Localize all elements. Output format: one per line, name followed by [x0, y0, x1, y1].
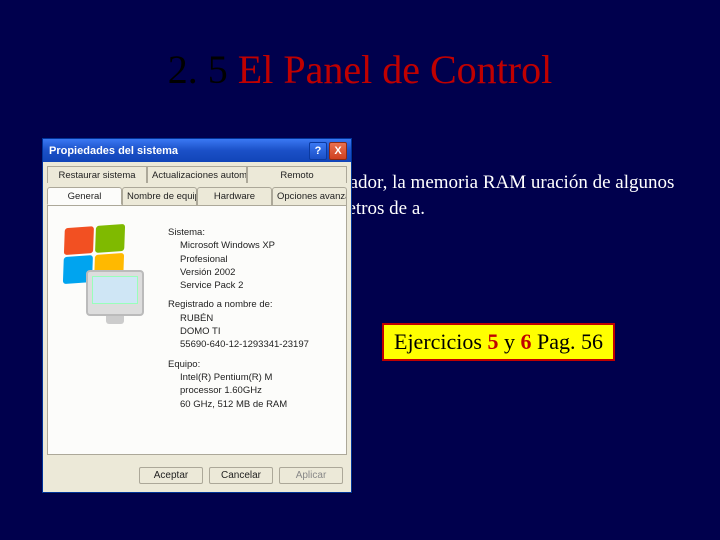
titlebar[interactable]: Propiedades del sistema ? X	[43, 139, 351, 162]
help-button[interactable]: ?	[309, 142, 327, 160]
exercise-callout: Ejercicios 5 y 6 Pag. 56	[382, 323, 615, 361]
equipment-label: Equipo:	[168, 358, 309, 371]
tabs-row-2: General Nombre de equipo Hardware Opcion…	[43, 183, 351, 205]
title-prefix: 2. 5	[168, 47, 238, 92]
system-line-1: Profesional	[168, 253, 309, 266]
close-button[interactable]: X	[329, 142, 347, 160]
tab-remote[interactable]: Remoto	[247, 166, 347, 183]
tab-general[interactable]: General	[47, 187, 122, 205]
system-line-3: Service Pack 2	[168, 279, 309, 292]
windows-logo-graphic	[58, 222, 158, 337]
callout-tail: Pag. 56	[537, 329, 603, 354]
body-paragraph: procesador, la memoria RAM uración de al…	[300, 170, 700, 221]
equipment-line-1: processor 1.60GHz	[168, 384, 309, 397]
tab-restore[interactable]: Restaurar sistema	[47, 166, 147, 183]
tab-updates[interactable]: Actualizaciones automáticas	[147, 166, 247, 183]
tab-computer-name[interactable]: Nombre de equipo	[122, 187, 197, 205]
system-properties-dialog: Propiedades del sistema ? X Restaurar si…	[42, 138, 352, 493]
system-info: Sistema: Microsoft Windows XP Profesiona…	[168, 218, 309, 411]
system-line-2: Versión 2002	[168, 266, 309, 279]
monitor-stand-icon	[106, 316, 124, 324]
system-label: Sistema:	[168, 226, 309, 239]
registered-line-1: DOMO TI	[168, 325, 309, 338]
dialog-buttons: Aceptar Cancelar Aplicar	[43, 461, 351, 492]
registered-line-2: 55690-640-12-1293341-23197	[168, 338, 309, 351]
equipment-line-2: 60 GHz, 512 MB de RAM	[168, 398, 309, 411]
callout-num1: 5	[487, 329, 498, 354]
tab-panel-general: Sistema: Microsoft Windows XP Profesiona…	[47, 205, 347, 455]
titlebar-text: Propiedades del sistema	[49, 145, 307, 157]
registered-label: Registrado a nombre de:	[168, 298, 309, 311]
apply-button[interactable]: Aplicar	[279, 467, 343, 484]
system-line-0: Microsoft Windows XP	[168, 239, 309, 252]
registered-line-0: RUBÉN	[168, 312, 309, 325]
title-main: El Panel de Control	[238, 47, 552, 92]
tab-hardware[interactable]: Hardware	[197, 187, 272, 205]
ok-button[interactable]: Aceptar	[139, 467, 203, 484]
monitor-icon	[86, 270, 144, 316]
callout-and: y	[504, 329, 515, 354]
tabs-row-1: Restaurar sistema Actualizaciones automá…	[43, 162, 351, 183]
tab-advanced[interactable]: Opciones avanzadas	[272, 187, 347, 205]
equipment-line-0: Intel(R) Pentium(R) M	[168, 371, 309, 384]
callout-word: Ejercicios	[394, 329, 482, 354]
slide-title: 2. 5 El Panel de Control	[0, 46, 720, 93]
cancel-button[interactable]: Cancelar	[209, 467, 273, 484]
callout-num2: 6	[520, 329, 531, 354]
